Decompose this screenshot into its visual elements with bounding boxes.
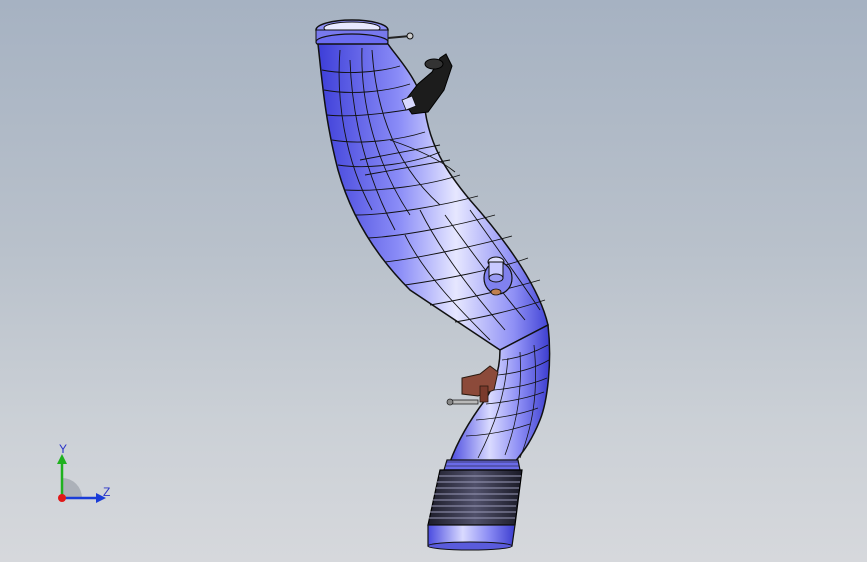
bottom-cuff[interactable] bbox=[427, 524, 516, 551]
duct-model[interactable] bbox=[0, 0, 867, 562]
graphics-viewport[interactable]: Y Z bbox=[0, 0, 867, 562]
clamp-ring[interactable] bbox=[443, 459, 521, 471]
triad-graphic bbox=[57, 454, 106, 503]
bellows-hose[interactable] bbox=[427, 469, 523, 526]
y-axis-label: Y bbox=[59, 442, 68, 456]
sensor-pin[interactable] bbox=[387, 32, 414, 40]
coordinate-triad: Y Z bbox=[40, 440, 120, 510]
z-axis-label: Z bbox=[103, 485, 111, 499]
